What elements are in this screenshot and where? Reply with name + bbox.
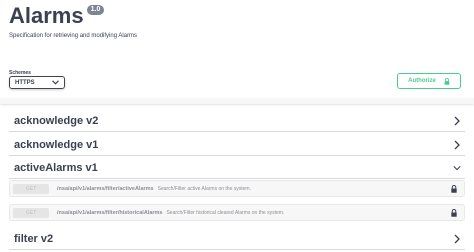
- section-acknowledge-v2[interactable]: acknowledge v2: [9, 110, 465, 132]
- title-row: Alarms 1.0: [9, 3, 105, 29]
- api-header: Alarms 1.0: [9, 3, 105, 29]
- authorize-label: Authorize: [408, 78, 436, 84]
- operation-row-historical-alarms[interactable]: GET /nsa/api/v1/alarms/filter/historical…: [9, 204, 465, 221]
- section-title: acknowledge v2: [14, 114, 99, 127]
- authorize-button[interactable]: Authorize: [397, 73, 461, 89]
- section-filter-v2[interactable]: filter v2: [9, 228, 465, 250]
- lock-icon[interactable]: [451, 185, 457, 193]
- method-badge: GET: [13, 207, 49, 218]
- info-divider: [0, 98, 474, 104]
- operation-summary: Search/Filter historical cleared Alarms …: [166, 209, 285, 216]
- api-description: Specification for retrieving and modifyi…: [9, 33, 138, 39]
- chevron-down-icon: [52, 80, 59, 85]
- section-title: acknowledge v1: [14, 138, 99, 151]
- chevron-down-icon: [453, 165, 465, 171]
- page-title: Alarms: [9, 3, 84, 28]
- operation-path: /nsa/api/v1/alarms/filter/historicalAlar…: [57, 209, 163, 216]
- schemes-select[interactable]: HTTPS: [9, 76, 65, 89]
- operation-summary: Search/Filter active Alarms on the syste…: [157, 185, 251, 192]
- schemes-selected-value: HTTPS: [15, 79, 35, 86]
- chevron-right-icon: [453, 116, 465, 126]
- section-acknowledge-v1[interactable]: acknowledge v1: [9, 134, 465, 156]
- operation-row-active-alarms[interactable]: GET /nsa/api/v1/alarms/filter/activeAlar…: [9, 180, 465, 197]
- version-badge: 1.0: [86, 5, 105, 15]
- chevron-right-icon: [453, 140, 465, 150]
- lock-icon: [444, 77, 450, 85]
- section-activealarms-v1[interactable]: activeAlarms v1: [9, 157, 465, 179]
- section-title: activeAlarms v1: [14, 161, 98, 174]
- chevron-right-icon: [453, 234, 465, 244]
- section-title: filter v2: [14, 232, 54, 245]
- method-badge: GET: [13, 183, 49, 194]
- lock-icon[interactable]: [451, 209, 457, 217]
- operation-path: /nsa/api/v1/alarms/filter/activeAlarms: [57, 185, 154, 192]
